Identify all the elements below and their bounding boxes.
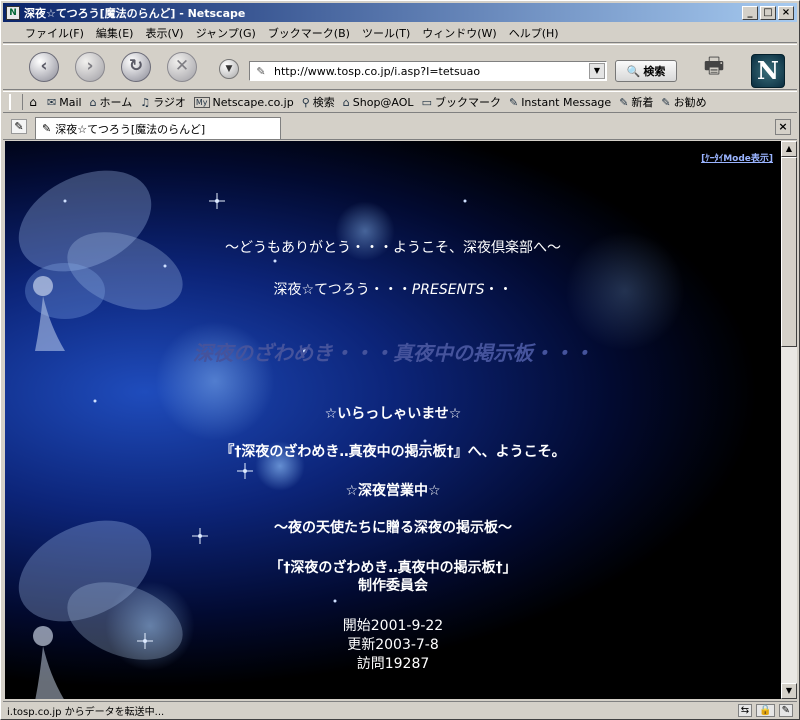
- title-bar: N 深夜☆てつろう[魔法のらんど] - Netscape _ □ ×: [3, 3, 797, 22]
- url-bar[interactable]: ✎ http://www.tosp.co.jp/i.asp?I=tetsuao …: [249, 61, 607, 81]
- netscape-app-icon: N: [6, 5, 20, 20]
- close-tab-button[interactable]: ×: [775, 119, 791, 135]
- window-title: 深夜☆てつろう[魔法のらんど] - Netscape: [24, 6, 246, 20]
- reload-icon: ↻: [128, 56, 144, 76]
- page-icon: ✎: [256, 64, 266, 78]
- forward-button[interactable]: ›: [75, 52, 105, 82]
- minimize-button[interactable]: _: [742, 5, 758, 20]
- scroll-down-button[interactable]: ▼: [781, 683, 797, 699]
- url-dropdown-icon[interactable]: ▼: [589, 63, 605, 79]
- scroll-up-button[interactable]: ▲: [781, 141, 797, 157]
- search-icon: ⚲: [301, 95, 310, 109]
- shop-icon: ⌂: [342, 95, 350, 109]
- committee-line-2: 制作委員会: [358, 578, 428, 594]
- welcome-text: ☆いらっしゃいませ☆: [324, 406, 462, 422]
- presents-word: PRESENTS: [411, 282, 485, 298]
- chevron-down-icon: ▼: [225, 64, 233, 74]
- stop-button[interactable]: ✕: [167, 52, 197, 82]
- bookmark-search[interactable]: ⚲ 検索: [298, 94, 339, 110]
- bookmark-instant-message[interactable]: ✎ Instant Message: [505, 96, 615, 109]
- search-button[interactable]: 🔍 検索: [615, 60, 677, 82]
- url-input[interactable]: http://www.tosp.co.jp/i.asp?I=tetsuao: [274, 65, 589, 78]
- bookmark-recommend[interactable]: ✎ お勧め: [657, 94, 710, 110]
- scroll-thumb[interactable]: [781, 157, 797, 347]
- menu-edit[interactable]: 編集(E): [90, 25, 140, 41]
- greeting-text: ～どうもありがとう・・・ようこそ、深夜倶楽部へ～: [225, 240, 561, 256]
- security-lock-icon[interactable]: 🔒: [756, 704, 775, 717]
- menu-go[interactable]: ジャンプ(G): [190, 25, 262, 41]
- menu-bar: ファイル(F) 編集(E) 表示(V) ジャンプ(G) ブックマーク(B) ツー…: [3, 23, 797, 43]
- tab-active[interactable]: ✎ 深夜☆てつろう[魔法のらんど]: [35, 117, 281, 139]
- magnifier-icon: 🔍: [626, 64, 641, 78]
- browser-window: N 深夜☆てつろう[魔法のらんど] - Netscape _ □ × ファイル(…: [0, 0, 800, 720]
- history-dropdown-button[interactable]: ▼: [219, 59, 239, 79]
- new-tab-icon[interactable]: ✎: [11, 119, 27, 134]
- page-icon: ✎: [42, 122, 52, 135]
- status-text: i.tosp.co.jp からデータを転送中...: [7, 707, 165, 718]
- status-bar: i.tosp.co.jp からデータを転送中... ⇆ 🔒 ✎: [3, 701, 797, 719]
- bookmark-folder[interactable]: ▭ ブックマーク: [418, 94, 505, 110]
- home-tab-icon[interactable]: ⌂: [23, 95, 43, 109]
- my-icon: My: [193, 96, 210, 108]
- back-arrow-icon: ‹: [40, 56, 48, 76]
- close-button[interactable]: ×: [778, 5, 794, 20]
- page-title: 深夜のざわめき・・・真夜中の掲示板・・・: [193, 341, 593, 365]
- vertical-scrollbar[interactable]: ▲ ▼: [781, 141, 797, 699]
- tab-bar: ✎ ✎ 深夜☆てつろう[魔法のらんど] ×: [3, 114, 797, 140]
- started-date: 開始2001-9-22: [342, 618, 444, 634]
- bookmark-radio[interactable]: ♫ ラジオ: [136, 94, 190, 110]
- presents-line: 深夜☆てつろう・・・PRESENTS・・: [273, 282, 513, 298]
- reload-button[interactable]: ↻: [121, 52, 151, 82]
- tab-label: 深夜☆てつろう[魔法のらんど]: [55, 122, 206, 136]
- page-content: [ｹｰﾀｲMode表示] ～どうもありがとう・・・ようこそ、深夜倶楽部へ～ 深夜…: [5, 141, 781, 699]
- toolbar-grip[interactable]: [9, 94, 23, 110]
- folder-icon: ▭: [421, 95, 432, 109]
- bookmark-shop-aol[interactable]: ⌂ Shop@AOL: [339, 96, 418, 109]
- mail-icon: ✉: [47, 95, 57, 109]
- bookmark-home[interactable]: ⌂ ホーム: [86, 94, 137, 110]
- stop-icon: ✕: [174, 56, 190, 76]
- maximize-button[interactable]: □: [760, 5, 776, 20]
- bookmark-icon: ✎: [508, 95, 519, 109]
- home-icon: ⌂: [89, 95, 97, 109]
- bookmark-icon: ✎: [661, 95, 671, 109]
- search-button-label: 検索: [643, 65, 666, 78]
- bookmarks-toolbar: ⌂ ✉ Mail ⌂ ホーム ♫ ラジオ My Netscape.co.jp ⚲ 検索 ⌂…: [3, 91, 797, 113]
- navigation-toolbar: ‹ › ↻ ✕ ▼ ✎ http://www.tosp.co.jp/i.asp?…: [3, 44, 797, 90]
- bookmark-new[interactable]: ✎ 新着: [615, 94, 657, 110]
- bookmark-netscape[interactable]: My Netscape.co.jp: [190, 96, 298, 109]
- connection-icon[interactable]: ⇆: [737, 704, 753, 717]
- bookmark-mail[interactable]: ✉ Mail: [43, 96, 86, 109]
- forward-arrow-icon: ›: [86, 56, 94, 76]
- board-welcome-text: 『†深夜のざわめき‥真夜中の掲示板†』へ、ようこそ。: [220, 444, 566, 460]
- netscape-logo[interactable]: N: [751, 54, 785, 88]
- ktai-mode-link[interactable]: [ｹｰﾀｲMode表示]: [701, 151, 773, 164]
- menu-tools[interactable]: ツール(T): [356, 25, 416, 41]
- updated-date: 更新2003-7-8: [347, 637, 439, 653]
- menu-view[interactable]: 表示(V): [139, 25, 189, 41]
- menu-bookmarks[interactable]: ブックマーク(B): [262, 25, 356, 41]
- back-button[interactable]: ‹: [29, 52, 59, 82]
- open-status-text: ☆深夜営業中☆: [345, 483, 441, 499]
- menu-window[interactable]: ウィンドウ(W): [416, 25, 502, 41]
- tagline-text: ～夜の天使たちに贈る深夜の掲示板～: [274, 520, 512, 536]
- bookmark-icon: ✎: [619, 95, 629, 109]
- edit-icon[interactable]: ✎: [778, 704, 793, 717]
- visit-counter: 訪問19287: [356, 656, 430, 672]
- committee-line-1: 「†深夜のざわめき‥真夜中の掲示板†」: [269, 560, 517, 576]
- print-icon[interactable]: 🖶: [700, 53, 728, 81]
- radio-icon: ♫: [140, 95, 151, 109]
- menu-help[interactable]: ヘルプ(H): [503, 25, 565, 41]
- menu-file[interactable]: ファイル(F): [19, 25, 90, 41]
